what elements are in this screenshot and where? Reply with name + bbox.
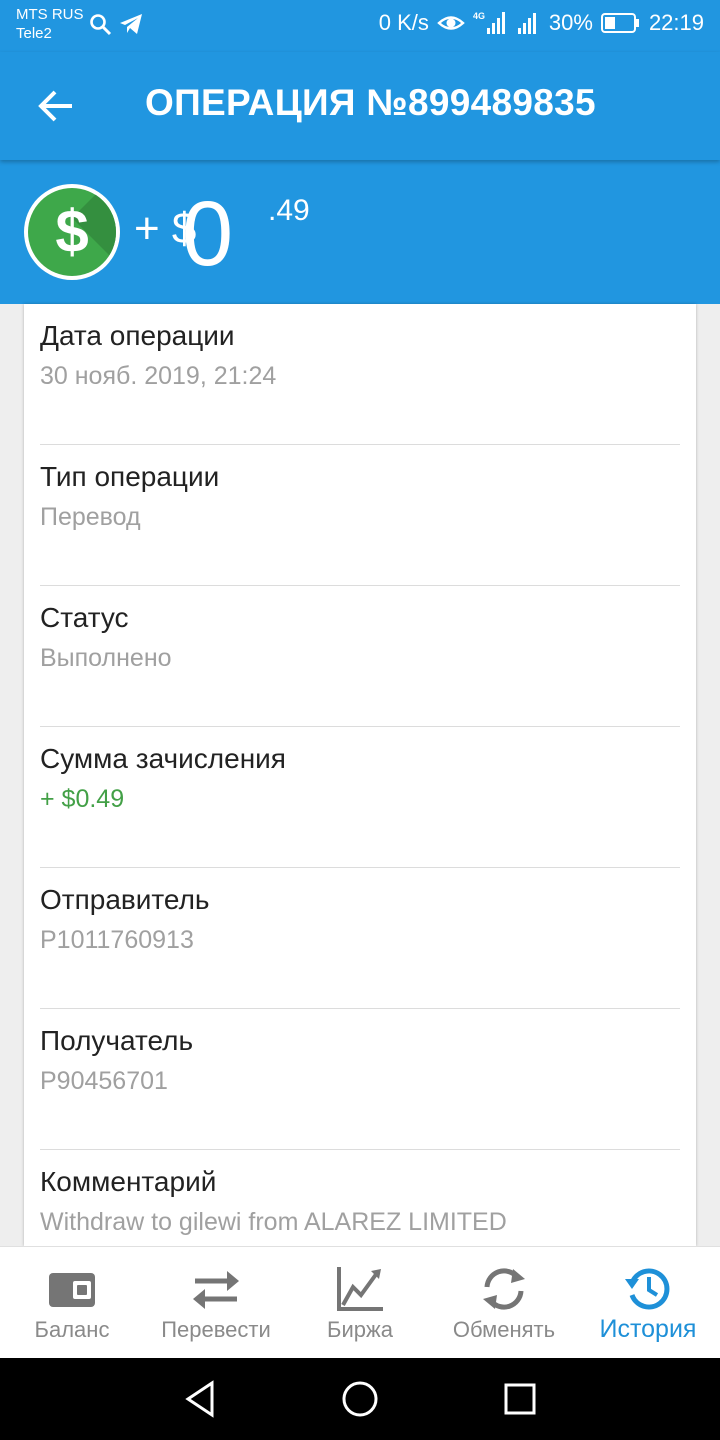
page-title: ОПЕРАЦИЯ №899489835 — [145, 82, 596, 123]
chart-icon — [337, 1267, 383, 1311]
detail-value: P90456701 — [40, 1067, 168, 1095]
wallet-icon — [49, 1273, 95, 1307]
detail-value: Выполнено — [40, 644, 172, 672]
history-icon — [625, 1268, 670, 1310]
battery-icon — [600, 13, 639, 33]
detail-label: Дата операции — [40, 320, 235, 351]
nav-item-exchange-market[interactable]: Биржа — [288, 1247, 432, 1359]
detail-label: Отправитель — [40, 884, 210, 915]
nav-label: История — [599, 1315, 697, 1343]
nav-label: Обменять — [452, 1317, 556, 1342]
nav-item-exchange[interactable]: Обменять — [432, 1247, 576, 1359]
carrier-info: MTS RUS Tele2 — [16, 5, 84, 43]
details-card: Дата операции 30 нояб. 2019, 21:24 Тип о… — [24, 304, 696, 1246]
detail-label: Статус — [40, 602, 129, 633]
system-navigation-bar — [0, 1358, 720, 1440]
detail-label: Тип операции — [40, 461, 220, 492]
coin-symbol: $ — [55, 198, 89, 265]
dollar-coin-icon: $ — [24, 184, 120, 280]
carrier-secondary: Tele2 — [16, 25, 52, 42]
detail-label: Комментарий — [40, 1166, 217, 1197]
detail-label: Получатель — [40, 1025, 194, 1056]
svg-text:4G: 4G — [473, 11, 485, 21]
nav-label: Баланс — [34, 1317, 110, 1342]
detail-row-type: Тип операции Перевод — [40, 445, 680, 586]
recents-square-icon[interactable] — [500, 1379, 540, 1419]
amount-fraction: .49 — [268, 194, 310, 227]
eye-icon — [437, 16, 465, 30]
status-right: 0 K/s 4G 30% 22:19 — [379, 10, 704, 36]
status-bar: MTS RUS Tele2 0 K/s 4G 30% 22:19 — [0, 0, 720, 52]
detail-row-date: Дата операции 30 нояб. 2019, 21:24 — [40, 304, 680, 445]
battery-percent: 30% — [548, 10, 593, 35]
network-speed: 0 K/s — [378, 10, 429, 35]
signal-icon — [517, 13, 536, 34]
nav-item-transfer[interactable]: Перевести — [144, 1247, 288, 1359]
detail-label: Сумма зачисления — [40, 743, 286, 774]
amount-header: $ + $ 0 .49 — [0, 160, 720, 304]
detail-value: + $0.49 — [40, 785, 125, 813]
operation-screen: MTS RUS Tele2 0 K/s 4G 30% 22:19 ОПЕРАЦИ… — [0, 0, 720, 1440]
carrier-primary: MTS RUS — [16, 6, 84, 23]
nav-item-balance[interactable]: Баланс — [0, 1247, 144, 1359]
detail-row-credit-amount: Сумма зачисления + $0.49 — [40, 727, 680, 868]
exchange-icon — [483, 1268, 525, 1310]
amount-integer: 0 — [182, 183, 234, 285]
nav-item-history[interactable]: История — [576, 1247, 720, 1359]
back-triangle-icon[interactable] — [182, 1379, 222, 1419]
bottom-navigation: Баланс Перевести Биржа Обменять История — [0, 1246, 720, 1358]
home-circle-icon[interactable] — [340, 1379, 380, 1419]
detail-row-status: Статус Выполнено — [40, 586, 680, 727]
signal-4g-icon: 4G — [473, 11, 505, 34]
detail-value: Перевод — [40, 503, 141, 531]
nav-label: Перевести — [161, 1317, 271, 1342]
notification-icons — [88, 12, 144, 36]
arrow-back-icon — [38, 90, 72, 122]
app-bar: ОПЕРАЦИЯ №899489835 — [0, 52, 720, 160]
detail-row-recipient: Получатель P90456701 — [40, 1009, 680, 1150]
detail-value: Withdraw to gilewi from ALAREZ LIMITED — [40, 1208, 507, 1236]
detail-row-sender: Отправитель P1011760913 — [40, 868, 680, 1009]
telegram-icon — [120, 14, 142, 34]
transfer-icon — [193, 1271, 239, 1309]
nav-label: Биржа — [327, 1317, 393, 1342]
detail-row-comment: Комментарий Withdraw to gilewi from ALAR… — [40, 1150, 680, 1246]
detail-value: P1011760913 — [40, 926, 194, 954]
back-button[interactable] — [30, 82, 82, 130]
search-icon — [90, 14, 112, 36]
detail-value: 30 нояб. 2019, 21:24 — [40, 362, 277, 390]
clock: 22:19 — [648, 10, 704, 35]
